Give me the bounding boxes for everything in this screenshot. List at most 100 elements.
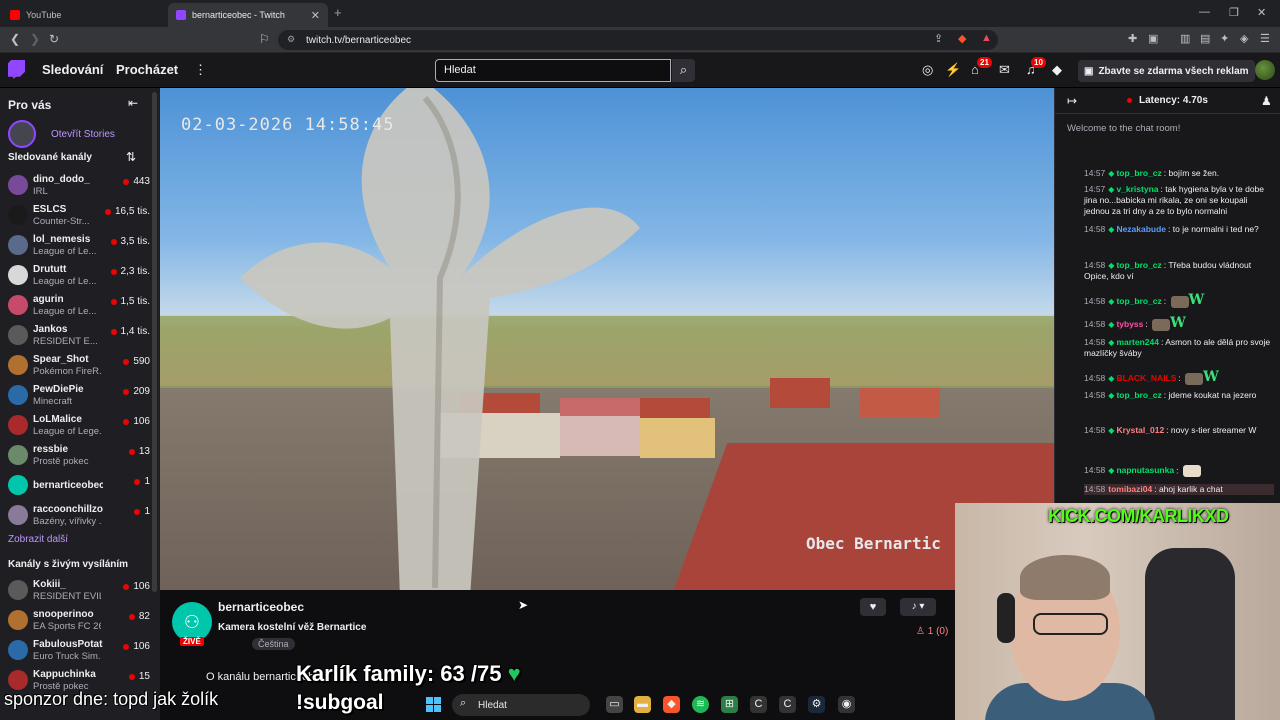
sidebar-channel-item[interactable]: ESLCS Counter-Str... 16,5 tis.: [8, 203, 150, 231]
url-field[interactable]: ⚙ twitch.tv/bernarticeobec: [278, 30, 998, 50]
sidebar-channel-item[interactable]: ressbie Prostě pokec 13: [8, 443, 150, 471]
back-icon[interactable]: ❮: [10, 32, 20, 46]
user-avatar[interactable]: [1255, 60, 1275, 80]
channel-avatar[interactable]: ⚇: [172, 602, 212, 642]
channel-name: agurin: [33, 294, 64, 305]
bits-icon[interactable]: ◆: [1052, 62, 1062, 78]
chat-welcome: Welcome to the chat room!: [1067, 123, 1181, 134]
steam-icon[interactable]: ⚙: [808, 696, 825, 713]
sidebar-channel-item[interactable]: Kokiii_RESIDENT EVIL... 106: [8, 578, 150, 606]
sidebar-channel-item[interactable]: FabulousPotato...Euro Truck Sim... 106: [8, 638, 150, 666]
sidebar-channel-item[interactable]: bernarticeobec 1: [8, 473, 150, 501]
collapse-chat-icon[interactable]: ↦: [1067, 94, 1077, 108]
sidebar-channel-item[interactable]: LoLMalice League of Lege... 106: [8, 413, 150, 441]
chat-username[interactable]: tybyss: [1116, 319, 1143, 329]
viewer-count: 3,5 tis.: [120, 236, 150, 247]
chat-username[interactable]: tomibazi04: [1108, 484, 1152, 494]
stories-avatar: [8, 120, 36, 148]
new-tab-button[interactable]: +: [334, 5, 342, 20]
excel-icon[interactable]: ⊞: [721, 696, 738, 713]
wallet-icon[interactable]: ▤: [1200, 32, 1210, 45]
sidebar-channel-item[interactable]: lol_nemesis League of Le... 3,5 tis.: [8, 233, 150, 261]
sidebar-channel-item[interactable]: Drututt League of Le... 2,3 tis.: [8, 263, 150, 291]
get-ad-free-button[interactable]: ▣ Zbavte se zdarma všech reklam: [1078, 60, 1255, 82]
collapse-sidebar-icon[interactable]: ⇤: [128, 96, 138, 110]
community-icon[interactable]: ♟: [1261, 94, 1272, 108]
obs-icon[interactable]: ◉: [838, 696, 855, 713]
spotify-icon[interactable]: ≋: [692, 696, 709, 713]
sort-icon[interactable]: ⇅: [126, 150, 136, 164]
task-view-icon[interactable]: ▭: [606, 696, 623, 713]
sidebar-channel-item[interactable]: Jankos RESIDENT E... 1,4 tis.: [8, 323, 150, 351]
twitch-logo-icon[interactable]: [8, 60, 25, 79]
sidebar-channel-item[interactable]: dino_dodo_ IRL 443: [8, 173, 150, 201]
chat-username[interactable]: Nezakabude: [1116, 224, 1166, 234]
nav-following[interactable]: Sledování: [42, 62, 103, 77]
whispers-icon[interactable]: ✉: [999, 62, 1010, 78]
bookmark-icon[interactable]: ⚐: [259, 32, 270, 46]
vpn-icon[interactable]: ◈: [1240, 32, 1248, 45]
turbo-icon[interactable]: ⚡: [945, 62, 961, 78]
reload-icon[interactable]: ↻: [49, 32, 59, 46]
chat-username[interactable]: top_bro_cz: [1116, 296, 1161, 306]
channel-name: Jankos: [33, 324, 68, 335]
windows-start-icon[interactable]: [426, 697, 441, 712]
notification-button[interactable]: ♪ ▾: [900, 598, 936, 616]
restore-icon[interactable]: ❐: [1229, 6, 1239, 19]
chat-username[interactable]: top_bro_cz: [1116, 260, 1161, 270]
video-player[interactable]: 02-03-2026 14:58:45 Obec Bernartic: [160, 88, 1054, 590]
chat-username[interactable]: Krystal_012: [1116, 425, 1164, 435]
file-explorer-icon[interactable]: ▬: [634, 696, 651, 713]
open-stories-button[interactable]: Otevřít Stories: [8, 120, 115, 148]
close-window-icon[interactable]: ✕: [1257, 6, 1266, 19]
chat-username[interactable]: v_kristyna: [1116, 184, 1158, 194]
search-input[interactable]: Hledat: [435, 59, 671, 82]
tab-search-icon[interactable]: ▣: [1148, 32, 1158, 45]
menu-icon[interactable]: ☰: [1260, 32, 1270, 45]
sidebar-channel-item[interactable]: PewDiePie Minecraft 209: [8, 383, 150, 411]
leo-ai-icon[interactable]: ✦: [1220, 32, 1229, 45]
chat-username[interactable]: BLACK_NAILS: [1116, 373, 1176, 383]
show-more-link[interactable]: Zobrazit další: [8, 534, 68, 545]
chat-username[interactable]: napnutasunka: [1116, 465, 1174, 475]
tab-twitch[interactable]: bernarticeobec - Twitch ✕: [168, 3, 328, 27]
extensions-icon[interactable]: ✚: [1128, 32, 1137, 45]
site-info-icon[interactable]: ⚙: [287, 34, 295, 45]
chat-username[interactable]: top_bro_cz: [1116, 168, 1161, 178]
sidebar-channel-item[interactable]: agurin League of Le... 1,5 tis.: [8, 293, 150, 321]
sidebar-channel-item[interactable]: Spear_Shot Pokémon FireR... 590: [8, 353, 150, 381]
taskbar-search[interactable]: ⌕ Hledat: [452, 694, 590, 716]
channel-category: Prostě pokec: [33, 456, 89, 467]
sidebar-channel-item[interactable]: snooperinoo EA Sports FC 26 82: [8, 608, 150, 636]
activity-icon[interactable]: ◎: [922, 62, 933, 78]
sidebar-icon[interactable]: ▥: [1180, 32, 1190, 45]
channel-viewers: 15: [128, 671, 150, 682]
search-button[interactable]: ⌕: [672, 59, 695, 82]
nav-browse[interactable]: Procházet: [116, 62, 178, 77]
more-icon[interactable]: ⋮: [194, 62, 207, 78]
brave-browser-icon[interactable]: ◆: [663, 696, 680, 713]
sidebar-channel-item[interactable]: raccoonchillzoneBazény, vířivky ... 1: [8, 503, 150, 531]
language-tag[interactable]: Čeština: [252, 638, 295, 650]
viewer-count: 106: [133, 581, 150, 592]
close-tab-icon[interactable]: ✕: [311, 9, 320, 22]
sidebar-scrollbar[interactable]: [152, 92, 157, 592]
share-icon[interactable]: ⇪: [934, 32, 943, 45]
tab-youtube[interactable]: YouTube: [2, 3, 167, 27]
app-c2-icon[interactable]: C: [779, 696, 796, 713]
app-c-icon[interactable]: C: [750, 696, 767, 713]
chat-separator: :: [1163, 296, 1169, 306]
channel-avatar: [8, 205, 28, 225]
follow-button[interactable]: ♥: [860, 598, 886, 616]
forward-icon[interactable]: ❯: [30, 32, 40, 46]
sidebar-heading: Pro vás: [8, 98, 52, 112]
brave-shield-icon[interactable]: ◆: [958, 32, 966, 45]
chat-username[interactable]: top_bro_cz: [1116, 390, 1161, 400]
chat-message: 14:57 ◆ v_kristyna: tak hygiena byla v te …: [1084, 184, 1274, 217]
minimize-icon[interactable]: —: [1199, 6, 1210, 18]
brave-rewards-icon[interactable]: ▲: [981, 32, 992, 44]
chat-username[interactable]: marten244: [1116, 337, 1159, 347]
channel-viewers: 82: [128, 611, 150, 622]
channel-name[interactable]: bernarticeobec: [218, 600, 304, 614]
chat-badge-icon: ◆: [1108, 466, 1115, 476]
